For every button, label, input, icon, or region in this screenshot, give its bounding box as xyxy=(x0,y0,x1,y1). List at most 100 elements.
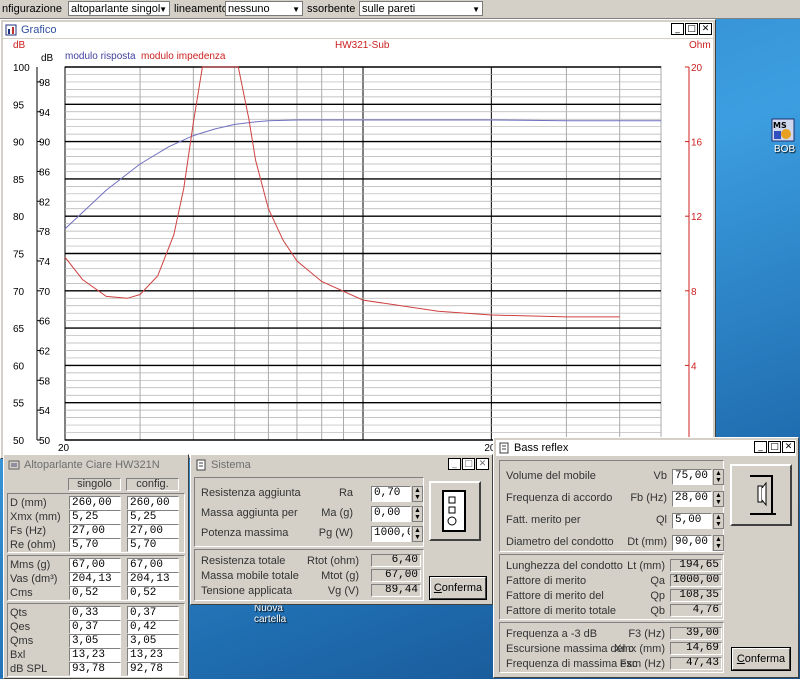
allineamento-label: lineamento xyxy=(174,3,228,15)
spin-up-icon[interactable]: ▲ xyxy=(714,470,723,477)
maximize-button[interactable]: □ xyxy=(768,441,781,453)
param-singolo-field[interactable]: 5,25 xyxy=(69,510,121,524)
left-unit-top-label: dB xyxy=(13,40,26,51)
minimize-button[interactable]: _ xyxy=(448,458,461,470)
param-singolo-field[interactable]: 5,70 xyxy=(69,538,121,552)
param-config-field[interactable]: 3,05 xyxy=(127,634,179,648)
value-readout: 6,40 xyxy=(371,554,421,567)
value-input[interactable]: 1000,00 xyxy=(371,526,411,542)
param-config-field[interactable]: 5,70 xyxy=(127,538,179,552)
param-singolo-field[interactable]: 3,05 xyxy=(69,634,121,648)
value-input[interactable]: 28,00 xyxy=(672,491,712,507)
sistema-titlebar[interactable]: Sistema _ □ ✕ xyxy=(193,457,490,473)
param-config-field[interactable]: 0,37 xyxy=(127,606,179,620)
spin-up-icon[interactable]: ▲ xyxy=(413,527,422,534)
spin-down-icon[interactable]: ▼ xyxy=(413,514,422,521)
y-left-outer-tick-label: 75 xyxy=(13,250,25,261)
minimize-button[interactable]: _ xyxy=(754,441,767,453)
param-singolo-field[interactable]: 93,78 xyxy=(69,662,121,676)
param-singolo-field[interactable]: 27,00 xyxy=(69,524,121,538)
assorbente-select[interactable]: sulle pareti ▼ xyxy=(359,1,483,16)
spin-up-icon[interactable]: ▲ xyxy=(714,492,723,499)
spin-up-icon[interactable]: ▲ xyxy=(413,507,422,514)
row-symbol: Rtot (ohm) xyxy=(307,555,359,567)
spin-down-icon[interactable]: ▼ xyxy=(714,543,723,550)
chevron-down-icon: ▼ xyxy=(292,5,300,14)
allineamento-select[interactable]: nessuno ▼ xyxy=(225,1,303,16)
value-input[interactable]: 0,70 xyxy=(371,486,411,502)
bass-reflex-window-icon xyxy=(499,442,509,454)
legend-response: modulo risposta xyxy=(65,51,136,62)
spin-buttons[interactable]: ▲ ▼ xyxy=(412,486,423,502)
confirm-label: onferma xyxy=(441,582,483,594)
param-config-field[interactable]: 13,23 xyxy=(127,648,179,662)
param-singolo-field[interactable]: 0,52 xyxy=(69,586,121,600)
spin-down-icon[interactable]: ▼ xyxy=(714,477,723,484)
bob-desktop-icon[interactable]: MS BOB xyxy=(768,118,798,158)
param-config-field[interactable]: 92,78 xyxy=(127,662,179,676)
assorbente-label: ssorbente xyxy=(307,3,356,15)
param-label: Fs (Hz) xyxy=(10,525,47,537)
bass-reflex-window-controls: _ □ ✕ xyxy=(754,441,795,453)
value-input[interactable]: 90,00 xyxy=(672,535,712,551)
param-singolo-field[interactable]: 260,00 xyxy=(69,496,121,510)
param-config-field[interactable]: 204,13 xyxy=(127,572,179,586)
param-label: Xmx (mm) xyxy=(10,511,61,523)
maximize-button[interactable]: □ xyxy=(462,458,475,470)
close-button[interactable]: ✕ xyxy=(699,23,712,35)
param-singolo-field[interactable]: 0,37 xyxy=(69,620,121,634)
close-button[interactable]: ✕ xyxy=(782,441,795,453)
spin-buttons[interactable]: ▲ ▼ xyxy=(713,491,724,507)
value-input[interactable]: 5,00 xyxy=(672,513,712,529)
y-left-outer-tick-label: 70 xyxy=(13,287,25,298)
grafico-title: Grafico xyxy=(21,24,57,36)
spin-buttons[interactable]: ▲ ▼ xyxy=(713,469,724,485)
bass-reflex-titlebar[interactable]: Bass reflex _ □ ✕ xyxy=(496,440,796,456)
configuration-toolbar: nfigurazione altoparlante singol ▼ linea… xyxy=(0,0,800,19)
param-config-field[interactable]: 260,00 xyxy=(127,496,179,510)
row-label: Frequenza di accordo xyxy=(506,492,613,504)
chart-icon xyxy=(5,24,17,36)
spin-down-icon[interactable]: ▼ xyxy=(714,521,723,528)
config-select[interactable]: altoparlante singol ▼ xyxy=(68,1,170,16)
spin-buttons[interactable]: ▲ ▼ xyxy=(713,513,724,529)
sistema-inputs-panel: Resistenza aggiunta Ra 0,70 ▲ ▼ Massa aggiunt… xyxy=(194,477,424,547)
value-input[interactable]: 75,00 xyxy=(672,469,712,485)
param-config-field[interactable]: 0,52 xyxy=(127,586,179,600)
param-singolo-field[interactable]: 13,23 xyxy=(69,648,121,662)
value-input[interactable]: 0,00 xyxy=(371,506,411,522)
y-left-outer-tick-label: 90 xyxy=(13,138,25,149)
y-left-outer-tick-label: 85 xyxy=(13,175,25,186)
row-symbol: Qa xyxy=(650,575,665,587)
param-config-field[interactable]: 0,42 xyxy=(127,620,179,634)
param-singolo-field[interactable]: 0,33 xyxy=(69,606,121,620)
param-singolo-field[interactable]: 204,13 xyxy=(69,572,121,586)
spin-buttons[interactable]: ▲ ▼ xyxy=(713,535,724,551)
spin-down-icon[interactable]: ▼ xyxy=(714,499,723,506)
param-singolo-field[interactable]: 67,00 xyxy=(69,558,121,572)
grafico-titlebar[interactable]: Grafico _ □ ✕ xyxy=(3,22,713,38)
close-button[interactable]: ✕ xyxy=(476,458,489,470)
param-config-field[interactable]: 67,00 xyxy=(127,558,179,572)
bass-reflex-confirm-button[interactable]: Conferma xyxy=(731,647,791,671)
sistema-confirm-button[interactable]: Conferma xyxy=(429,576,487,600)
row-symbol: Vb xyxy=(653,470,667,482)
chart-grid xyxy=(64,66,662,441)
spin-down-icon[interactable]: ▼ xyxy=(413,534,422,541)
spin-up-icon[interactable]: ▲ xyxy=(413,487,422,494)
row-label: Resistenza aggiunta xyxy=(201,487,301,499)
bass-reflex-inputs-panel: Volume del mobile Vb 75,00 ▲ ▼ Frequenza di a… xyxy=(499,460,724,552)
altoparlante-titlebar[interactable]: Altoparlante Ciare HW321N xyxy=(6,457,186,473)
param-config-field[interactable]: 27,00 xyxy=(127,524,179,538)
spin-up-icon[interactable]: ▲ xyxy=(714,536,723,543)
maximize-button[interactable]: □ xyxy=(685,23,698,35)
spin-buttons[interactable]: ▲ ▼ xyxy=(412,506,423,522)
spin-down-icon[interactable]: ▼ xyxy=(413,494,422,501)
minimize-button[interactable]: _ xyxy=(671,23,684,35)
param-config-field[interactable]: 5,25 xyxy=(127,510,179,524)
spin-buttons[interactable]: ▲ ▼ xyxy=(412,526,423,542)
spin-up-icon[interactable]: ▲ xyxy=(714,514,723,521)
value-readout: 89,44 xyxy=(371,584,421,597)
y-left-inner-tick-label: 50 xyxy=(39,436,51,447)
row-label: Resistenza totale xyxy=(201,555,286,567)
